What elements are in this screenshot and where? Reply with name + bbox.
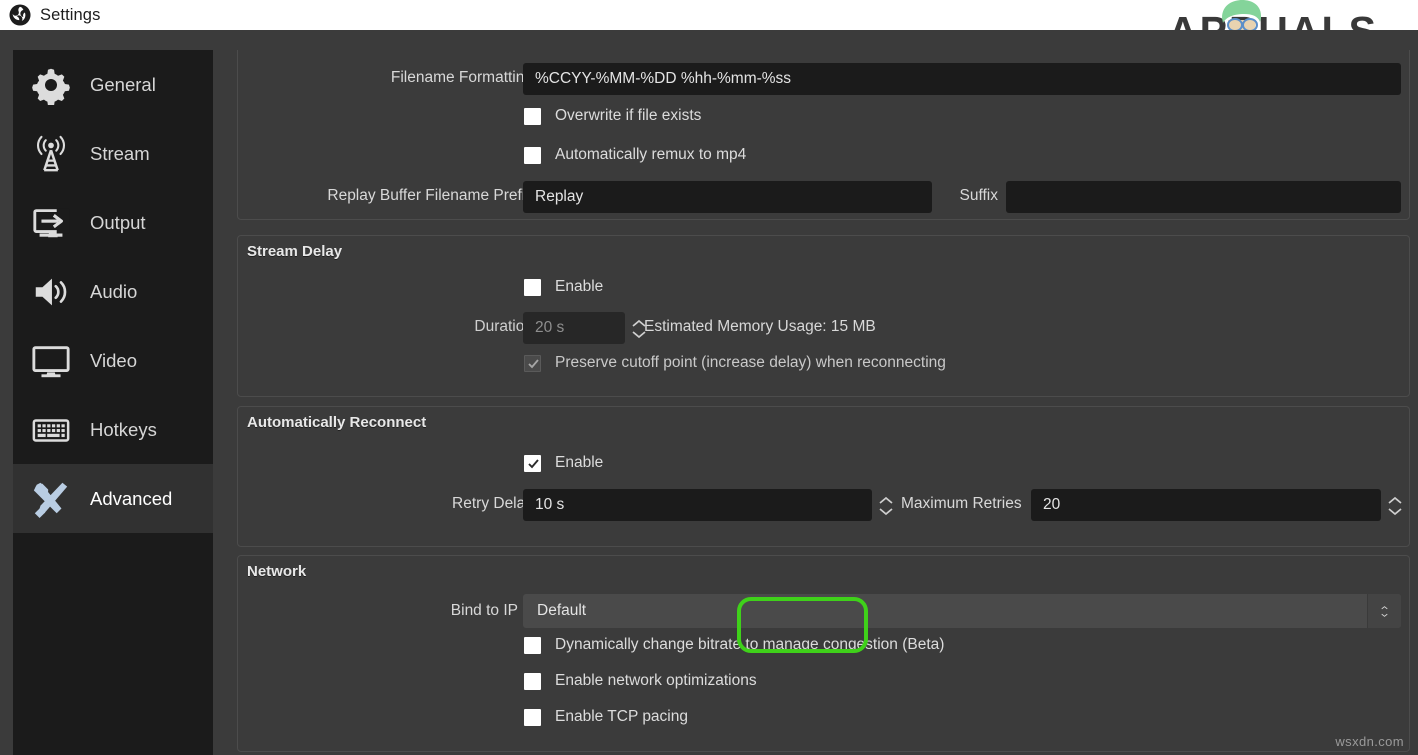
dynamic-bitrate-row[interactable]: Dynamically change bitrate to manage con… xyxy=(524,636,944,654)
duration-label: Duration xyxy=(368,318,533,336)
dynamic-bitrate-label: Dynamically change bitrate to manage con… xyxy=(555,636,944,654)
replay-prefix-label: Replay Buffer Filename Prefix xyxy=(268,187,533,205)
estimated-memory-usage-text: Estimated Memory Usage: 15 MB xyxy=(644,318,876,336)
network-group: Network Bind to IP Default Dynamically c… xyxy=(237,555,1410,752)
tcp-pacing-label: Enable TCP pacing xyxy=(555,708,688,726)
retry-delay-spinner[interactable] xyxy=(875,489,897,523)
chevron-down-glyph xyxy=(1380,613,1389,618)
chevron-down-icon xyxy=(878,507,894,516)
bind-to-ip-combobox[interactable]: Default xyxy=(523,594,1401,628)
overwrite-if-exists-checkbox-row[interactable]: Overwrite if file exists xyxy=(524,107,701,125)
settings-window: General Stream xyxy=(0,30,1418,755)
window-title-bar: Settings APPUALS xyxy=(0,0,1418,30)
suffix-label: Suffix xyxy=(938,187,998,205)
broadcast-icon xyxy=(30,133,72,175)
sidebar-item-label: Video xyxy=(90,350,137,372)
keyboard-icon xyxy=(30,409,72,451)
maximum-retries-spinner[interactable] xyxy=(1384,489,1406,523)
retry-delay-input[interactable]: 10 s xyxy=(523,489,872,521)
sidebar-item-hotkeys[interactable]: Hotkeys xyxy=(13,395,213,464)
network-title: Network xyxy=(247,563,306,580)
settings-content-pane: Filename Formatting %CCYY-%MM-%DD %hh-%m… xyxy=(228,50,1418,755)
network-optimizations-row[interactable]: Enable network optimizations xyxy=(524,672,757,690)
auto-reconnect-title: Automatically Reconnect xyxy=(247,414,426,431)
bind-to-ip-value: Default xyxy=(537,602,586,620)
filename-formatting-label: Filename Formatting xyxy=(268,69,533,87)
sidebar-item-audio[interactable]: Audio xyxy=(13,257,213,326)
sidebar-item-label: Stream xyxy=(90,143,150,165)
footer-watermark: wsxdn.com xyxy=(1335,734,1404,749)
network-optimizations-label: Enable network optimizations xyxy=(555,672,757,690)
auto-reconnect-enable-label: Enable xyxy=(555,454,603,472)
preserve-cutoff-checkbox[interactable] xyxy=(524,355,541,372)
sidebar-item-label: Advanced xyxy=(90,488,172,510)
window-title: Settings xyxy=(40,6,100,25)
overwrite-if-exists-checkbox[interactable] xyxy=(524,108,541,125)
chevron-down-icon[interactable] xyxy=(1367,594,1401,628)
settings-sidebar: General Stream xyxy=(13,50,213,755)
suffix-input[interactable] xyxy=(1006,181,1401,213)
tcp-pacing-row[interactable]: Enable TCP pacing xyxy=(524,708,688,726)
auto-reconnect-enable-checkbox[interactable] xyxy=(524,455,541,472)
stream-delay-enable-row[interactable]: Enable xyxy=(524,278,603,296)
auto-remux-mp4-checkbox-row[interactable]: Automatically remux to mp4 xyxy=(524,146,746,164)
dynamic-bitrate-checkbox[interactable] xyxy=(524,637,541,654)
tools-icon xyxy=(30,478,72,520)
sidebar-item-advanced[interactable]: Advanced xyxy=(13,464,213,533)
sidebar-item-stream[interactable]: Stream xyxy=(13,119,213,188)
sidebar-item-label: General xyxy=(90,74,156,96)
network-optimizations-checkbox[interactable] xyxy=(524,673,541,690)
bind-to-ip-label: Bind to IP xyxy=(368,602,518,620)
maximum-retries-label: Maximum Retries xyxy=(901,495,1022,513)
chevron-up-glyph xyxy=(1380,605,1389,610)
chevron-up-icon xyxy=(878,496,894,505)
stream-delay-group: Stream Delay Enable Duration 20 s Estima… xyxy=(237,235,1410,397)
chevron-down-icon xyxy=(1387,507,1403,516)
sidebar-item-video[interactable]: Video xyxy=(13,326,213,395)
auto-remux-mp4-checkbox[interactable] xyxy=(524,147,541,164)
sidebar-item-label: Hotkeys xyxy=(90,419,157,441)
sidebar-item-label: Audio xyxy=(90,281,137,303)
auto-remux-mp4-label: Automatically remux to mp4 xyxy=(555,146,746,164)
auto-reconnect-enable-row[interactable]: Enable xyxy=(524,454,603,472)
auto-reconnect-group: Automatically Reconnect Enable Retry Del… xyxy=(237,406,1410,547)
preserve-cutoff-row[interactable]: Preserve cutoff point (increase delay) w… xyxy=(524,354,946,372)
display-icon xyxy=(30,340,72,382)
duration-input[interactable]: 20 s xyxy=(523,312,625,344)
sidebar-item-output[interactable]: Output xyxy=(13,188,213,257)
replay-prefix-input[interactable]: Replay xyxy=(523,181,932,213)
filename-formatting-input[interactable]: %CCYY-%MM-%DD %hh-%mm-%ss xyxy=(523,63,1401,95)
sidebar-item-general[interactable]: General xyxy=(13,50,213,119)
check-icon xyxy=(527,357,540,370)
overwrite-if-exists-label: Overwrite if file exists xyxy=(555,107,701,125)
speaker-icon xyxy=(30,271,72,313)
tcp-pacing-checkbox[interactable] xyxy=(524,709,541,726)
obs-logo-icon xyxy=(9,4,31,26)
retry-delay-label: Retry Delay xyxy=(368,495,533,513)
sidebar-item-label: Output xyxy=(90,212,146,234)
maximum-retries-input[interactable]: 20 xyxy=(1031,489,1381,521)
stream-delay-title: Stream Delay xyxy=(247,243,342,260)
preserve-cutoff-label: Preserve cutoff point (increase delay) w… xyxy=(555,354,946,372)
chevron-up-icon xyxy=(1387,496,1403,505)
check-icon xyxy=(527,457,540,470)
stream-delay-enable-checkbox[interactable] xyxy=(524,279,541,296)
monitor-arrow-icon xyxy=(30,202,72,244)
recording-group: Filename Formatting %CCYY-%MM-%DD %hh-%m… xyxy=(237,50,1410,220)
stream-delay-enable-label: Enable xyxy=(555,278,603,296)
gear-icon xyxy=(30,64,72,106)
